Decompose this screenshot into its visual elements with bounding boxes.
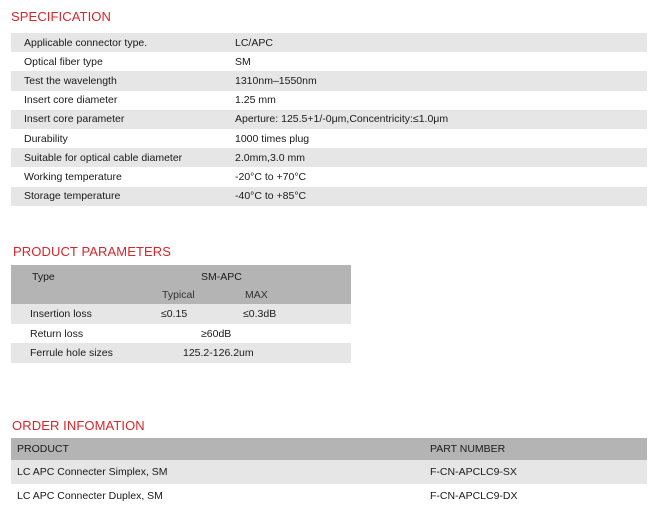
order-table: PRODUCT PART NUMBER LC APC Connecter Sim… — [11, 438, 647, 508]
part-number-column-header: PART NUMBER — [430, 443, 506, 455]
parameters-heading: PRODUCT PARAMETERS — [13, 244, 172, 259]
part-number: F-CN-APCLC9-DX — [430, 490, 518, 502]
table-row: Working temperature -20°C to +70°C — [11, 167, 647, 186]
typical-label: Typical — [162, 289, 195, 301]
specification-heading: SPECIFICATION — [11, 9, 112, 24]
return-loss-value: ≥60dB — [201, 327, 232, 340]
spec-label: Storage temperature — [24, 190, 121, 203]
table-row: Ferrule hole sizes 125.2-126.2um — [11, 343, 351, 363]
spec-value: LC/APC — [235, 36, 273, 49]
insertion-loss-max: ≤0.3dB — [243, 308, 277, 320]
table-row: LC APC Connecter Duplex, SM F-CN-APCLC9-… — [11, 484, 647, 508]
table-row: Durability 1000 times plug — [11, 129, 647, 148]
order-heading: ORDER INFOMATION — [12, 418, 145, 433]
spec-value: 1310nm–1550nm — [235, 74, 317, 87]
spec-label: Durability — [24, 132, 68, 145]
spec-label: Insert core diameter — [24, 94, 118, 107]
spec-value: 2.0mm,3.0 mm — [235, 151, 306, 164]
spec-label: Test the wavelength — [24, 74, 117, 87]
max-label: MAX — [245, 289, 268, 301]
specification-table: Applicable connector type. LC/APC Optical… — [11, 33, 647, 206]
product-column-header: PRODUCT — [17, 443, 69, 455]
table-row: Storage temperature -40°C to +85°C — [11, 186, 647, 206]
table-row: Optical fiber type SM — [11, 52, 647, 71]
table-row: Insert core diameter 1.25 mm — [11, 91, 647, 110]
insertion-loss-label: Insertion loss — [30, 308, 92, 320]
spec-value: 1000 times plug — [235, 132, 310, 145]
insertion-loss-typical: ≤0.15 — [161, 308, 188, 320]
spec-value: -40°C to +85°C — [235, 190, 307, 203]
type-label: Type — [32, 271, 55, 283]
spec-value: 1.25 mm — [235, 94, 276, 107]
spec-value: SM — [235, 55, 251, 68]
spec-label: Suitable for optical cable diameter — [24, 151, 183, 164]
spec-value: Aperture: 125.5+1/-0μm,Concentricity:≤1.… — [235, 113, 449, 126]
order-header: PRODUCT PART NUMBER — [11, 438, 647, 460]
part-number: F-CN-APCLC9-SX — [430, 466, 517, 478]
spec-label: Insert core parameter — [24, 113, 125, 126]
spec-label: Optical fiber type — [24, 55, 103, 68]
table-row: Return loss ≥60dB — [11, 324, 351, 344]
table-row: LC APC Connecter Simplex, SM F-CN-APCLC9… — [11, 460, 647, 484]
parameters-header: Type SM-APC Typical MAX — [11, 265, 351, 304]
table-row: Insert core parameter Aperture: 125.5+1/-… — [11, 109, 647, 129]
table-row: Insertion loss ≤0.15 ≤0.3dB — [11, 304, 351, 324]
type-value: SM-APC — [201, 271, 242, 283]
spec-label: Working temperature — [24, 170, 122, 183]
product-name: LC APC Connecter Duplex, SM — [17, 490, 163, 502]
product-name: LC APC Connecter Simplex, SM — [17, 466, 168, 478]
return-loss-label: Return loss — [30, 327, 84, 340]
ferrule-value: 125.2-126.2um — [183, 347, 254, 359]
table-row: Test the wavelength 1310nm–1550nm — [11, 71, 647, 91]
spec-value: -20°C to +70°C — [235, 170, 307, 183]
parameters-table: Type SM-APC Typical MAX Insertion loss ≤… — [11, 265, 351, 363]
table-row: Suitable for optical cable diameter 2.0mm… — [11, 148, 647, 168]
table-row: Applicable connector type. LC/APC — [11, 33, 647, 53]
spec-label: Applicable connector type. — [24, 36, 148, 49]
ferrule-label: Ferrule hole sizes — [30, 347, 113, 359]
